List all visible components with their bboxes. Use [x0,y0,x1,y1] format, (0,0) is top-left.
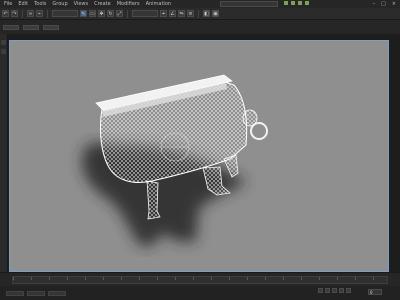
minimize-button[interactable]: – [373,1,376,7]
command-panel-collapsed [390,34,400,272]
window-controls: – □ × [373,1,396,7]
workspace-icons [284,1,309,5]
viewport-layout-icon[interactable] [1,49,6,54]
select-icon[interactable]: ↖ [80,10,87,17]
menu-item-animation[interactable]: Animation [146,1,172,7]
quick-access-icon[interactable] [305,1,309,5]
menu-item-tools[interactable]: Tools [34,1,46,7]
menu-item-group[interactable]: Group [52,1,67,7]
menu-bar: File Edit Tools Group Views Create Modif… [0,0,400,8]
align-icon[interactable]: ≡ [187,10,194,17]
menu-item-views[interactable]: Views [74,1,88,7]
render-setup-icon[interactable]: ◧ [203,10,210,17]
reference-coordinate-dropdown[interactable] [132,10,158,17]
workspace-selector[interactable] [220,1,278,7]
toolbar-divider [127,9,128,18]
close-button[interactable]: × [392,1,396,7]
perspective-viewport[interactable] [9,40,389,272]
toolbar-divider [198,9,199,18]
quick-access-icon[interactable] [298,1,302,5]
angle-snap-icon[interactable]: ∠ [169,10,176,17]
quick-access-icon[interactable] [291,1,295,5]
timeline [0,272,400,287]
go-to-end-icon[interactable] [346,288,351,293]
left-tool-panel [0,34,8,272]
snap-icon[interactable]: ⌖ [160,10,167,17]
next-frame-icon[interactable] [339,288,344,293]
coordinate-x-field[interactable] [27,290,45,296]
menu-item-modifiers[interactable]: Modifiers [117,1,140,7]
coordinate-y-field[interactable] [48,290,66,296]
ribbon-field[interactable] [3,24,19,30]
menu-item-file[interactable]: File [4,1,12,7]
playback-controls [318,288,351,293]
undo-icon[interactable]: ↶ [2,10,9,17]
selection-filter-dropdown[interactable] [52,10,78,17]
redo-icon[interactable]: ↷ [11,10,18,17]
go-to-start-icon[interactable] [318,288,323,293]
scale-icon[interactable]: ⤢ [116,10,123,17]
render-icon[interactable]: ▣ [212,10,219,17]
toolbar-divider [47,9,48,18]
mirror-icon[interactable]: ⇋ [178,10,185,17]
maxscript-listener-field[interactable] [6,290,24,296]
play-icon[interactable] [332,288,337,293]
unlink-icon[interactable]: ⌁ [36,10,43,17]
maximize-button[interactable]: □ [381,1,386,7]
ribbon [0,20,400,34]
object-lion-head [242,109,258,127]
quick-access-icon[interactable] [284,1,288,5]
main-toolbar: ↶ ↷ ∞ ⌁ ↖ ▭ ✥ ↻ ⤢ ⌖ ∠ ⇋ ≡ ◧ ▣ [0,8,400,20]
time-slider-track[interactable] [12,276,388,284]
ribbon-field[interactable] [23,24,39,30]
move-icon[interactable]: ✥ [98,10,105,17]
menu-item-create[interactable]: Create [94,1,111,7]
previous-frame-icon[interactable] [325,288,330,293]
toolbar-divider [22,9,23,18]
ribbon-field[interactable] [43,24,59,30]
link-icon[interactable]: ∞ [27,10,34,17]
viewport-layout-icon[interactable] [1,40,6,45]
menu-item-edit[interactable]: Edit [18,1,28,7]
rotate-icon[interactable]: ↻ [107,10,114,17]
viewport-scene [82,74,268,247]
select-region-icon[interactable]: ▭ [89,10,96,17]
timeline-ticks [13,277,387,283]
current-frame-field[interactable]: 0 [368,289,382,295]
